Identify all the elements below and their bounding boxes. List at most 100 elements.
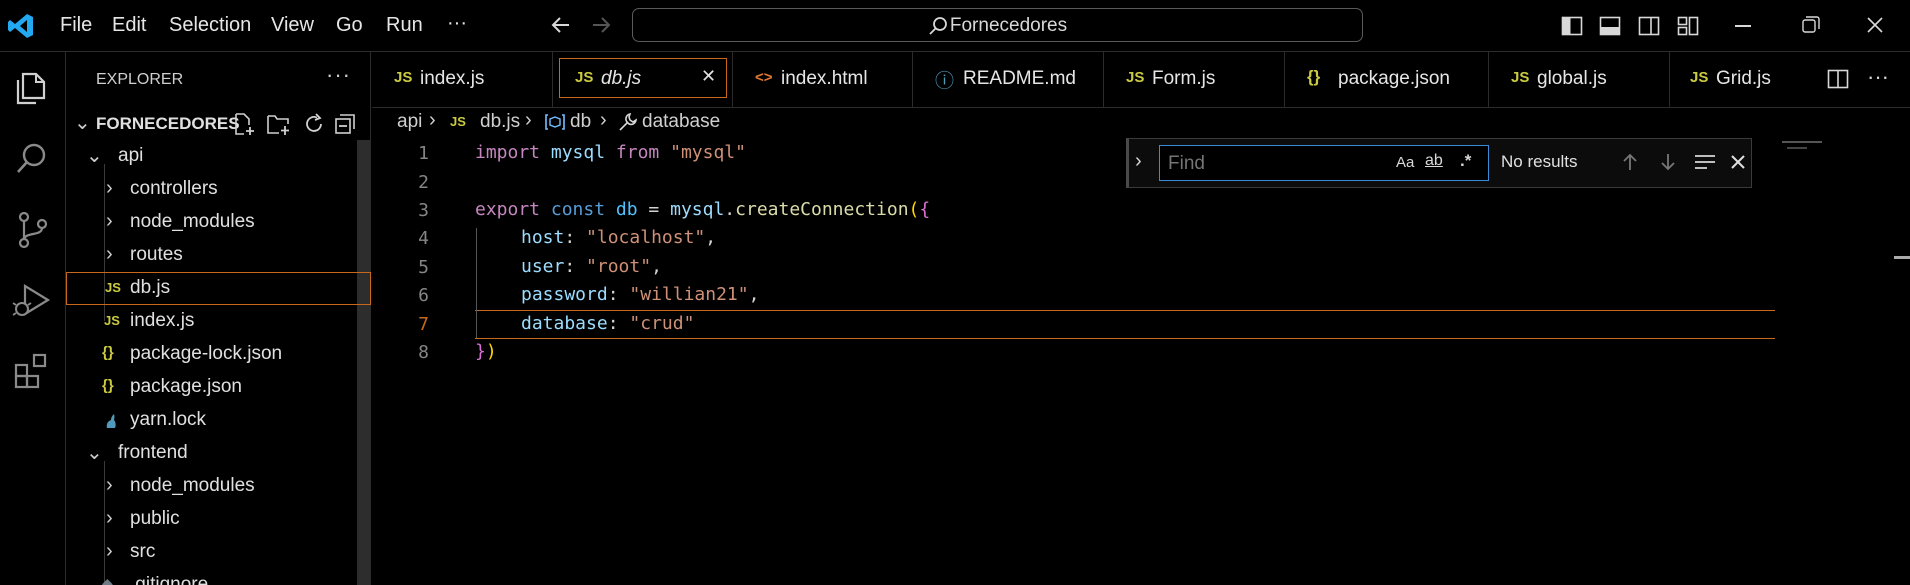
extensions-icon[interactable] [13,352,51,390]
new-folder-icon[interactable] [266,112,292,136]
tree-item-label: index.js [130,310,195,331]
code-token: createConnection [735,199,909,220]
restore-icon[interactable] [1802,16,1820,34]
forward-arrow-icon[interactable] [590,14,612,36]
tree-folder-node-modules[interactable]: › node_modules [66,206,371,239]
tree-file-package-lock-json[interactable]: {} package-lock.json [66,338,371,371]
toggle-secondary-sidebar-icon[interactable] [1638,15,1660,37]
tree-file-db-js[interactable]: JS db.js [66,272,371,305]
tree-file-gitignore[interactable]: ◆ .gitignore [66,569,371,585]
menu-view[interactable]: View [271,14,314,37]
git-file-icon: ◆ [102,575,113,585]
code-token: : [564,227,587,248]
tab-label: index.html [781,68,868,89]
command-center[interactable]: Fornecedores [632,8,1363,42]
editor-more-actions-button[interactable]: ··· [1867,64,1889,90]
explorer-more-button[interactable]: ··· [326,62,351,88]
tab-db-js[interactable]: JS db.js ✕ [553,52,733,107]
menu-file[interactable]: File [60,14,92,37]
new-file-icon[interactable] [232,112,256,136]
tab-global-js[interactable]: JS global.js [1489,52,1670,107]
json-file-icon: {} [102,377,114,394]
menu-selection[interactable]: Selection [169,14,251,37]
symbol-variable-icon [544,113,566,131]
tab-package-json[interactable]: {} package.json [1285,52,1489,107]
refresh-icon[interactable] [302,112,326,136]
js-file-icon: JS [1511,69,1530,86]
tree-file-package-json[interactable]: {} package.json [66,371,371,404]
code-editor[interactable]: 1 2 3 4 5 6 7 8 import mysql from "mysql… [372,137,1910,585]
split-editor-icon[interactable] [1827,68,1849,90]
toggle-replace-chevron-icon[interactable]: › [1135,150,1142,173]
close-window-icon[interactable] [1865,15,1885,35]
json-file-icon: {} [1307,67,1321,86]
menu-edit[interactable]: Edit [112,14,146,37]
code-token: mysql [670,199,725,220]
run-and-debug-icon[interactable] [12,280,52,320]
next-match-arrow-icon[interactable] [1659,152,1677,172]
menu-more[interactable]: ··· [447,12,467,35]
chevron-right-icon: › [106,474,113,496]
line-number-current: 7 [418,314,429,335]
breadcrumb-property[interactable]: database [642,111,720,133]
tab-index-js[interactable]: JS index.js [372,52,553,107]
collapse-all-icon[interactable] [334,113,356,135]
tree-item-label: routes [130,244,183,265]
tab-readme-md[interactable]: ⓘ README.md [913,52,1104,107]
find-input-box[interactable]: Aa ab .* [1159,145,1489,181]
minimize-icon[interactable] [1735,25,1751,27]
find-in-selection-icon[interactable] [1694,153,1716,171]
customize-layout-icon[interactable] [1677,15,1699,37]
match-case-button[interactable]: Aa [1396,154,1414,171]
js-file-icon: JS [1690,69,1709,86]
tree-file-index-js[interactable]: JS index.js [66,305,371,338]
tab-grid-js[interactable]: JS Grid.js [1670,52,1805,107]
close-icon[interactable]: ✕ [701,66,716,87]
line-number: 5 [418,257,429,278]
tree-folder-frontend[interactable]: ⌄ frontend [66,437,371,470]
indent-guide [476,228,477,338]
code-token: , [651,256,662,277]
use-regex-button[interactable]: .* [1460,151,1471,171]
back-arrow-icon[interactable] [550,14,572,36]
search-icon[interactable] [14,141,50,177]
title-bar: File Edit Selection View Go Run ··· Forn… [0,0,1910,52]
breadcrumb-file[interactable]: db.js [480,111,520,133]
tree-folder-node-modules[interactable]: › node_modules [66,470,371,503]
close-find-icon[interactable] [1730,154,1746,170]
chevron-right-icon: › [429,109,436,131]
find-input[interactable] [1166,150,1380,178]
tab-form-js[interactable]: JS Form.js [1104,52,1285,107]
code-token: , [748,284,760,305]
previous-match-arrow-icon[interactable] [1621,152,1639,172]
tab-index-html[interactable]: <> index.html [733,52,913,107]
workspace-root-header[interactable]: ⌄ FORNECEDORES [66,107,371,140]
explorer-title: EXPLORER [96,71,184,88]
tree-item-label: src [130,541,156,562]
tree-folder-src[interactable]: › src [66,536,371,569]
tree-item-label: api [118,145,144,166]
toggle-primary-sidebar-icon[interactable] [1561,15,1583,37]
breadcrumb-symbol[interactable]: db [570,111,591,133]
code-token: ( [908,199,920,220]
code-token: "root" [586,256,652,277]
chevron-down-icon: ⌄ [86,145,103,167]
breadcrumb-folder[interactable]: api [397,111,422,133]
code-token: } [475,341,486,362]
tree-folder-controllers[interactable]: › controllers [66,173,371,206]
code-token: . [724,199,736,220]
menu-go[interactable]: Go [336,14,363,37]
match-whole-word-button[interactable]: ab [1425,152,1443,170]
code-line-8: }) [475,341,497,362]
tree-folder-api[interactable]: ⌄ api [66,140,371,173]
explorer-icon[interactable] [14,68,50,106]
menu-run[interactable]: Run [386,14,423,37]
source-control-icon[interactable] [14,210,50,250]
code-token: database [521,313,608,334]
tree-folder-routes[interactable]: › routes [66,239,371,272]
toggle-panel-icon[interactable] [1599,15,1621,37]
minimap[interactable] [1782,141,1822,143]
code-token: = [637,199,671,220]
tree-file-yarn-lock[interactable]: yarn.lock [66,404,371,437]
tree-folder-public[interactable]: › public [66,503,371,536]
